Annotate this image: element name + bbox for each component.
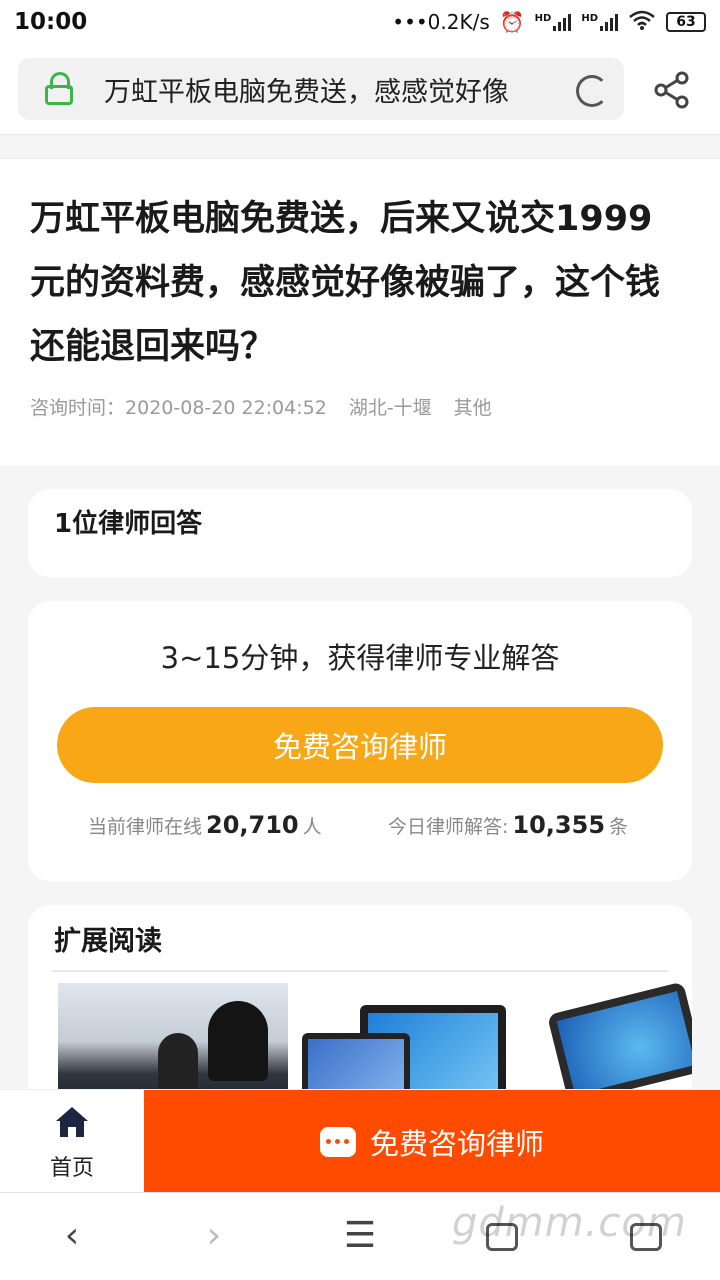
question-title: 万虹平板电脑免费送，后来又说交1999元的资料费，感感觉好像被骗了，这个钱还能退… bbox=[30, 199, 661, 367]
today-answers-stat: 今日律师解答: 10,355 条 bbox=[388, 811, 629, 839]
watermark: gdmm.com bbox=[452, 1200, 687, 1246]
question-meta: 咨询时间：2020-08-20 22:04:52 湖北-十堰 其他 bbox=[30, 393, 492, 420]
chat-icon bbox=[319, 1126, 356, 1157]
extended-reading-title: 扩展阅读 bbox=[54, 926, 162, 957]
consult-card: 3~15分钟，获得律师专业解答 免费咨询律师 当前律师在线 20,710 人 今日律… bbox=[28, 601, 692, 881]
category: 其他 bbox=[453, 397, 492, 419]
free-consult-cta-button[interactable]: 免费咨询律师 bbox=[144, 1090, 720, 1193]
forward-icon[interactable]: › bbox=[184, 1213, 244, 1263]
bottom-action-bar: 首页 免费咨询律师 bbox=[0, 1089, 720, 1193]
status-time: 10:00 bbox=[14, 9, 88, 35]
location: 湖北-十堰 bbox=[348, 397, 432, 419]
home-tab[interactable]: 首页 bbox=[0, 1090, 144, 1193]
menu-icon[interactable]: ☰ bbox=[330, 1213, 390, 1263]
browser-toolbar: 万虹平板电脑免费送，感感觉好像 bbox=[0, 44, 720, 135]
signal-icon-2: HD bbox=[581, 13, 618, 31]
answers-card: 1位律师回答 bbox=[28, 489, 692, 577]
alarm-icon: ⏰ bbox=[499, 10, 525, 34]
wifi-icon bbox=[628, 9, 656, 36]
hd-label-2: HD bbox=[581, 13, 598, 24]
address-bar[interactable]: 万虹平板电脑免费送，感感觉好像 bbox=[18, 58, 624, 120]
status-bar: 10:00 •••0.2K/s ⏰ HD HD 63 bbox=[0, 0, 720, 44]
consult-time: 咨询时间：2020-08-20 22:04:52 bbox=[30, 397, 327, 419]
signal-icon-1: HD bbox=[535, 13, 572, 31]
question-header: 万虹平板电脑免费送，后来又说交1999元的资料费，感感觉好像被骗了，这个钱还能退… bbox=[0, 158, 720, 465]
home-label: 首页 bbox=[49, 1156, 94, 1181]
network-speed: •••0.2K/s bbox=[392, 10, 490, 34]
answers-title: 1位律师回答 bbox=[54, 509, 203, 539]
divider bbox=[52, 970, 668, 972]
status-indicators: •••0.2K/s ⏰ HD HD 63 bbox=[392, 9, 706, 36]
page: 10:00 •••0.2K/s ⏰ HD HD 63 万虹平板电脑免费送，感感觉… bbox=[0, 0, 720, 1280]
address-title: 万虹平板电脑免费送，感感觉好像 bbox=[104, 76, 509, 108]
share-icon[interactable] bbox=[652, 70, 692, 110]
consult-headline: 3~15分钟，获得律师专业解答 bbox=[160, 641, 560, 675]
online-lawyers-stat: 当前律师在线 20,710 人 bbox=[88, 811, 322, 839]
hd-label-1: HD bbox=[534, 13, 552, 24]
battery-icon: 63 bbox=[666, 12, 706, 32]
cta-label: 免费咨询律师 bbox=[369, 1126, 544, 1161]
reload-icon[interactable] bbox=[576, 75, 608, 107]
lock-icon bbox=[44, 72, 74, 106]
home-icon bbox=[54, 1104, 90, 1140]
free-consult-button[interactable]: 免费咨询律师 bbox=[57, 707, 663, 783]
back-icon[interactable]: ‹ bbox=[42, 1213, 102, 1263]
